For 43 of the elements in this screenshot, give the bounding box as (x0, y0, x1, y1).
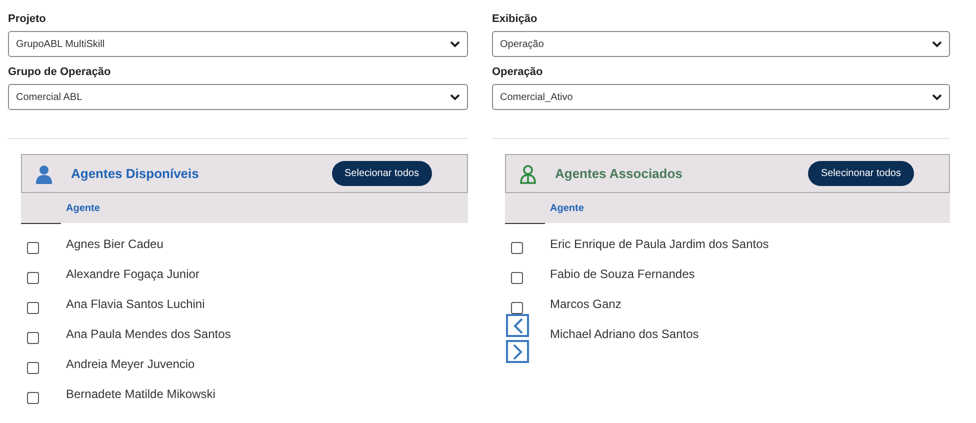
agent-name: Andreia Meyer Juvencio (66, 356, 195, 372)
panel-title: Agentes Disponíveis (71, 164, 199, 183)
checkbox[interactable] (27, 332, 39, 344)
agent-name: Fabio de Souza Fernandes (550, 266, 695, 282)
agent-name: Agnes Bier Cadeu (66, 236, 164, 252)
checkbox[interactable] (511, 242, 523, 254)
dropdown[interactable]: GrupoABL MultiSkill (8, 31, 468, 57)
checkbox[interactable] (27, 272, 39, 284)
select-all-button[interactable]: Selecionar todos (332, 161, 432, 186)
checkbox[interactable] (27, 392, 39, 404)
agent-name: Ana Flavia Santos Luchini (66, 296, 205, 312)
select-all-button[interactable]: Selecinonar todos (808, 161, 914, 186)
checkbox[interactable] (27, 362, 39, 374)
chevron-down-icon (450, 40, 460, 48)
panel-title: Agentes Associados (555, 164, 682, 183)
agent-name: Eric Enrique de Paula Jardim dos Santos (550, 236, 769, 252)
dropdown[interactable]: Comercial ABL (8, 84, 468, 110)
agent-name: Michael Adriano dos Santos (550, 326, 699, 342)
move-right-button[interactable] (506, 340, 529, 363)
agent-name: Alexandre Fogaça Junior (66, 266, 200, 282)
field-label: Operação (492, 65, 544, 79)
column-header: Agente (66, 202, 100, 216)
field-label: Exibição (492, 12, 538, 26)
agent-name: Marcos Ganz (550, 296, 622, 312)
checkbox[interactable] (511, 302, 523, 314)
dropdown[interactable]: Comercial_Ativo (492, 84, 950, 110)
agent-name: Bernadete Matilde Mikowski (66, 386, 216, 402)
checkbox[interactable] (511, 272, 523, 284)
agent-name: Ana Paula Mendes dos Santos (66, 326, 231, 342)
move-left-button[interactable] (506, 314, 529, 337)
field-label: Grupo de Operação (8, 65, 112, 79)
dropdown[interactable]: Operação (492, 31, 950, 57)
chevron-down-icon (932, 94, 942, 100)
chevron-down-icon (450, 94, 460, 100)
person-icon (518, 164, 538, 184)
chevron-left-icon (512, 318, 522, 334)
column-header: Agente (550, 202, 584, 216)
chevron-down-icon (932, 40, 942, 48)
field-label: Projeto (8, 12, 47, 26)
person-icon (34, 164, 54, 184)
checkbox[interactable] (27, 242, 39, 254)
chevron-right-icon (512, 344, 522, 360)
checkbox[interactable] (27, 302, 39, 314)
